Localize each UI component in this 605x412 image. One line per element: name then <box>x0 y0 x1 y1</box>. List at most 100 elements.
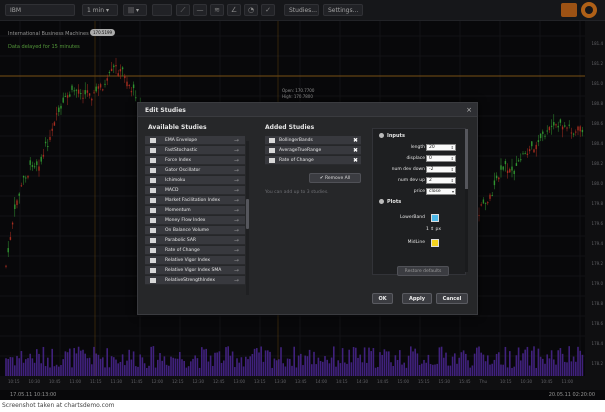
add-arrow-icon[interactable]: ⇾ <box>234 176 239 185</box>
add-arrow-icon[interactable]: ⇾ <box>234 186 239 195</box>
study-name: BollingerBands <box>279 138 313 143</box>
add-arrow-icon[interactable]: ⇾ <box>234 216 239 225</box>
study-name: RelativeStrengthIndex <box>165 278 216 283</box>
study-name: Market Facilitation Index <box>165 198 221 203</box>
line-width-stepper[interactable]: 1 ⇕ px <box>426 227 441 232</box>
input-value: 2 <box>429 178 432 183</box>
remove-study-icon[interactable]: ✖ <box>353 156 358 165</box>
study-icon <box>150 158 156 163</box>
available-study-item[interactable]: Gator Oscillator ⇾ <box>145 166 245 175</box>
chart-app: IBM 1 min ▾ ||| ▾ ⟋ — ≋ ∠ ◔ ✓ Studies...… <box>0 0 605 400</box>
available-study-item[interactable]: Relative Vigor Index ⇾ <box>145 256 245 265</box>
available-study-item[interactable]: Force Index ⇾ <box>145 156 245 165</box>
input-value: close <box>429 189 441 194</box>
dialog-title: Edit Studies <box>145 107 186 114</box>
study-name: Parabolic SAR <box>165 238 197 243</box>
study-icon <box>150 278 156 283</box>
remove-study-icon[interactable]: ✖ <box>353 146 358 155</box>
study-icon <box>150 138 156 143</box>
input-label: num dev down <box>391 167 425 172</box>
add-arrow-icon[interactable]: ⇾ <box>234 166 239 175</box>
study-icon <box>150 208 156 213</box>
add-arrow-icon[interactable]: ⇾ <box>234 156 239 165</box>
plot-label-midline: MidLine <box>407 240 425 245</box>
add-arrow-icon[interactable]: ⇾ <box>234 236 239 245</box>
study-icon <box>150 218 156 223</box>
study-icon <box>269 148 275 153</box>
spinner-icon: ⇕ <box>450 167 454 172</box>
available-study-item[interactable]: Rate of Change ⇾ <box>145 246 245 255</box>
available-study-item[interactable]: MACD ⇾ <box>145 186 245 195</box>
midline-color-swatch[interactable] <box>431 239 439 247</box>
input-label: length <box>410 145 425 150</box>
available-study-item[interactable]: EMA Envelope ⇾ <box>145 136 245 145</box>
studies-limit-note: You can add up to 3 studies. <box>265 190 329 195</box>
study-icon <box>150 268 156 273</box>
input-field[interactable]: -2 ⇕ <box>426 166 456 173</box>
restore-defaults-button[interactable]: Restore defaults <box>397 266 449 276</box>
remove-all-button[interactable]: ✔ Remove All <box>309 173 361 183</box>
lowerband-color-swatch[interactable] <box>431 214 439 222</box>
study-icon <box>150 228 156 233</box>
remove-study-icon[interactable]: ✖ <box>353 136 358 145</box>
available-study-item[interactable]: Money Flow Index ⇾ <box>145 216 245 225</box>
available-study-item[interactable]: Market Facilitation Index ⇾ <box>145 196 245 205</box>
study-icon <box>269 158 275 163</box>
available-study-item[interactable]: Parabolic SAR ⇾ <box>145 236 245 245</box>
inputs-section-toggle[interactable]: Inputs <box>379 133 405 139</box>
available-study-item[interactable]: On Balance Volume ⇾ <box>145 226 245 235</box>
available-study-item[interactable]: Momentum ⇾ <box>145 206 245 215</box>
collapse-toggle-icon <box>379 133 384 138</box>
input-label: num dev up <box>398 178 425 183</box>
study-properties-panel: Inputs length 20 ⇕ displace 0 ⇕ num dev down -2… <box>372 128 466 275</box>
input-value: 0 <box>429 156 432 161</box>
available-study-item[interactable]: Relative Vigor Index SMA ⇾ <box>145 266 245 275</box>
collapse-toggle-icon <box>379 199 384 204</box>
ok-button[interactable]: OK <box>372 293 393 304</box>
study-name: Rate of Change <box>165 248 200 253</box>
add-arrow-icon[interactable]: ⇾ <box>234 266 239 275</box>
input-value: 20 <box>429 145 435 150</box>
spinner-icon: ⇕ <box>450 178 454 183</box>
added-study-item[interactable]: BollingerBands ✖ <box>265 136 361 145</box>
available-study-item[interactable]: RelativeStrengthIndex ⇾ <box>145 276 245 285</box>
add-arrow-icon[interactable]: ⇾ <box>234 196 239 205</box>
available-studies-title: Available Studies <box>148 124 207 131</box>
study-name: Ichimoku <box>165 178 186 183</box>
input-field[interactable]: 2 ⇕ <box>426 177 456 184</box>
add-arrow-icon[interactable]: ⇾ <box>234 226 239 235</box>
available-list-scroll-thumb[interactable] <box>246 199 249 229</box>
study-name: Money Flow Index <box>165 218 206 223</box>
add-arrow-icon[interactable]: ⇾ <box>234 136 239 145</box>
add-arrow-icon[interactable]: ⇾ <box>234 246 239 255</box>
edit-studies-dialog: Edit Studies × Available Studies Added S… <box>137 102 478 315</box>
added-study-item[interactable]: AverageTrueRange ✖ <box>265 146 361 155</box>
add-arrow-icon[interactable]: ⇾ <box>234 146 239 155</box>
chevron-down-icon: ▾ <box>451 189 454 194</box>
input-field[interactable]: 20 ⇕ <box>426 144 456 151</box>
study-name: EMA Envelope <box>165 138 197 143</box>
added-studies-title: Added Studies <box>265 124 315 131</box>
study-name: AverageTrueRange <box>279 148 322 153</box>
inputs-section-label: Inputs <box>387 133 405 139</box>
cancel-button[interactable]: Cancel <box>436 293 468 304</box>
plots-section-toggle[interactable]: Plots <box>379 199 401 205</box>
study-icon <box>150 248 156 253</box>
added-study-item[interactable]: Rate of Change ✖ <box>265 156 361 165</box>
study-name: Gator Oscillator <box>165 168 201 173</box>
add-arrow-icon[interactable]: ⇾ <box>234 276 239 285</box>
properties-scroll-thumb[interactable] <box>465 129 468 189</box>
line-width-value: 1 <box>426 227 429 232</box>
available-study-item[interactable]: FastStochastic ⇾ <box>145 146 245 155</box>
add-arrow-icon[interactable]: ⇾ <box>234 206 239 215</box>
study-name: MACD <box>165 188 179 193</box>
apply-button[interactable]: Apply <box>402 293 432 304</box>
input-field[interactable]: 0 ⇕ <box>426 155 456 162</box>
dialog-header[interactable] <box>138 103 477 117</box>
study-name: Momentum <box>165 208 191 213</box>
add-arrow-icon[interactable]: ⇾ <box>234 256 239 265</box>
study-icon <box>150 188 156 193</box>
available-study-item[interactable]: Ichimoku ⇾ <box>145 176 245 185</box>
close-icon[interactable]: × <box>466 106 472 114</box>
price-select[interactable]: close ▾ <box>426 188 456 195</box>
